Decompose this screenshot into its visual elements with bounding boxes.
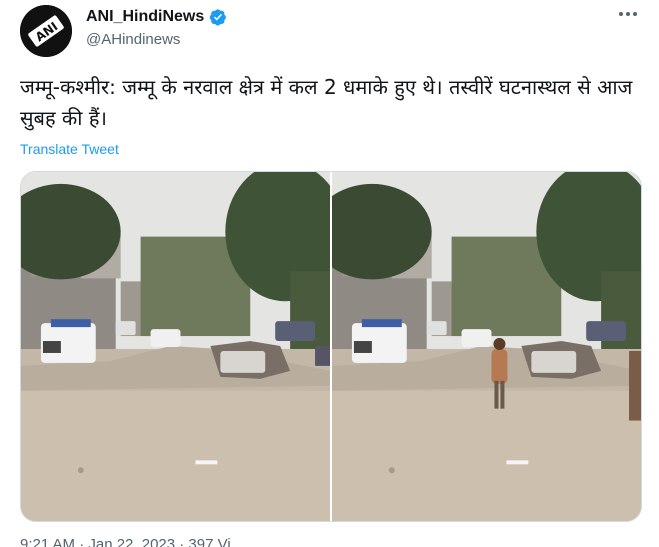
tweet-text: जम्मू-कश्मीर: जम्मू के नरवाल क्षेत्र में…: [20, 75, 633, 130]
more-options-icon[interactable]: [615, 8, 641, 20]
blast-site-photo-left: [21, 172, 330, 521]
tweet-photo-2[interactable]: [332, 172, 641, 521]
ani-logo-icon: ANI: [20, 5, 72, 57]
account-avatar[interactable]: ANI: [20, 5, 72, 57]
verified-badge-icon: [210, 9, 227, 26]
account-handle[interactable]: @AHindinews: [86, 31, 180, 48]
tweet-media: [20, 171, 642, 522]
tweet-timestamp[interactable]: 9:21 AM · Jan 22, 2023 · 397 Vi: [20, 536, 231, 547]
translate-tweet-link[interactable]: Translate Tweet: [20, 141, 119, 157]
blast-site-photo-right: [332, 172, 641, 521]
account-display-name[interactable]: ANI_HindiNews: [86, 8, 204, 26]
account-name-row: ANI_HindiNews: [86, 8, 227, 26]
tweet-photo-1[interactable]: [21, 172, 330, 521]
